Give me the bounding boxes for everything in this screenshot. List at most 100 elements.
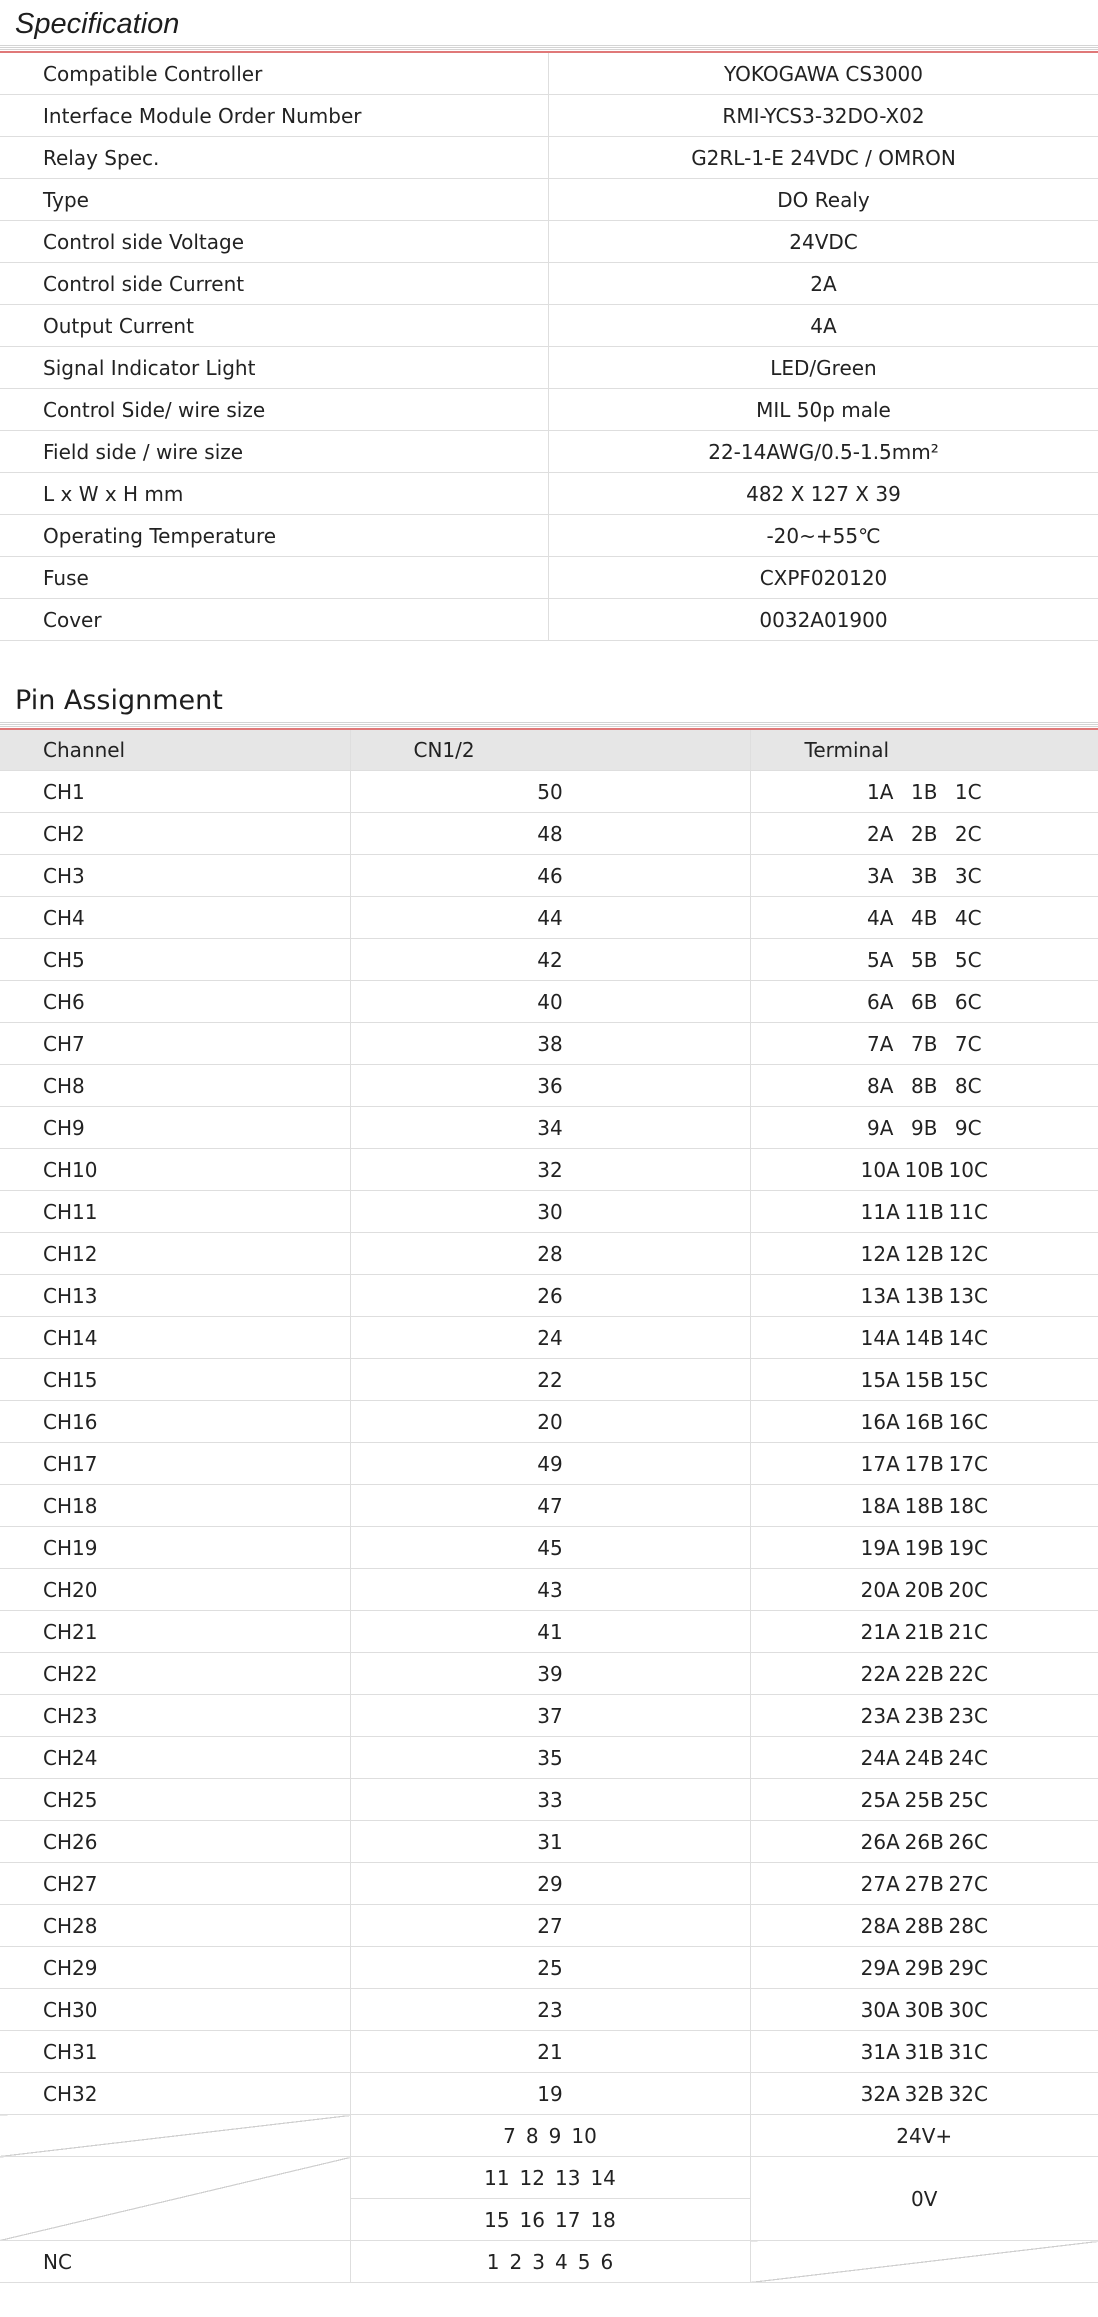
spec-label: Interface Module Order Number [0, 94, 549, 137]
terminal-id: 11A [860, 1199, 900, 1224]
cn-pin: 20 [349, 1400, 750, 1443]
pin-row: CH31 21 31A 31B 31C [0, 2030, 1098, 2073]
terminal-group: 21A 21B 21C [749, 1610, 1098, 1653]
v0-pins-b: 15 16 17 18 [349, 2198, 750, 2241]
cn-pin: 29 [349, 1862, 750, 1905]
terminal-group: 16A 16B 16C [749, 1400, 1098, 1443]
terminal-group: 20A 20B 20C [749, 1568, 1098, 1611]
terminal-id: 27C [948, 1871, 988, 1896]
channel-name: CH9 [0, 1106, 350, 1149]
pin-row: CH26 31 26A 26B 26C [0, 1820, 1098, 1863]
pin-header-row: Channel CN1/2 Terminal [0, 729, 1098, 771]
channel-name: CH24 [0, 1736, 350, 1779]
spec-label: L x W x H mm [0, 472, 549, 515]
spec-label: Control side Voltage [0, 220, 549, 263]
terminal-group: 7A 7B 7C [749, 1022, 1098, 1065]
terminal-group: 22A 22B 22C [749, 1652, 1098, 1695]
channel-name: CH20 [0, 1568, 350, 1611]
terminal-id: 30B [904, 1997, 944, 2022]
pin-row: CH17 49 17A 17B 17C [0, 1442, 1098, 1485]
pin-row: CH6 40 6A 6B 6C [0, 980, 1098, 1023]
spec-value: RMI-YCS3-32DO-X02 [548, 94, 1098, 137]
pin-row: CH19 45 19A 19B 19C [0, 1526, 1098, 1569]
pin-number: 2 [509, 2249, 523, 2274]
pin-row: CH15 22 15A 15B 15C [0, 1358, 1098, 1401]
terminal-id: 18B [904, 1493, 944, 1518]
cn-pin: 45 [349, 1526, 750, 1569]
title-rule [0, 722, 1098, 728]
terminal-group: 15A 15B 15C [749, 1358, 1098, 1401]
terminal-id: 13A [860, 1283, 900, 1308]
spec-value: CXPF020120 [548, 556, 1098, 599]
cn-pin: 50 [349, 770, 750, 813]
terminal-id: 21C [948, 1619, 988, 1644]
terminal-group: 8A 8B 8C [749, 1064, 1098, 1107]
spec-row: Fuse CXPF020120 [0, 556, 1098, 599]
terminal-id: 20A [860, 1577, 900, 1602]
terminal-group: 30A 30B 30C [749, 1988, 1098, 2031]
pin-row: CH16 20 16A 16B 16C [0, 1400, 1098, 1443]
terminal-id: 8B [911, 1073, 938, 1098]
terminal-group: 18A 18B 18C [749, 1484, 1098, 1527]
cn-pin: 22 [349, 1358, 750, 1401]
terminal-group: 9A 9B 9C [749, 1106, 1098, 1149]
spec-row: Control Side/ wire size MIL 50p male [0, 388, 1098, 431]
terminal-id: 22B [904, 1661, 944, 1686]
v0-pins-a: 11 12 13 14 [349, 2156, 750, 2199]
spec-label: Compatible Controller [0, 52, 549, 95]
terminal-id: 5A [867, 947, 894, 972]
terminal-id: 7C [954, 1031, 982, 1056]
spec-label: Relay Spec. [0, 136, 549, 179]
pin-number: 15 [484, 2207, 510, 2232]
cn-pin: 46 [349, 854, 750, 897]
spec-row: Output Current 4A [0, 304, 1098, 347]
pin-row: CH14 24 14A 14B 14C [0, 1316, 1098, 1359]
pin-assignment-header: Pin Assignment [0, 677, 1098, 728]
terminal-group: 2A 2B 2C [749, 812, 1098, 855]
terminal-id: 27A [860, 1871, 900, 1896]
cn-pin: 39 [349, 1652, 750, 1695]
terminal-id: 32B [904, 2081, 944, 2106]
terminal-id: 15C [948, 1367, 988, 1392]
header-cn: CN1/2 [349, 729, 750, 771]
pin-row: CH27 29 27A 27B 27C [0, 1862, 1098, 1905]
terminal-group: 4A 4B 4C [749, 896, 1098, 939]
terminal-group: 5A 5B 5C [749, 938, 1098, 981]
terminal-id: 8A [867, 1073, 894, 1098]
pin-row: CH13 26 13A 13B 13C [0, 1274, 1098, 1317]
pin-number: 16 [519, 2207, 545, 2232]
cn-pin: 40 [349, 980, 750, 1023]
terminal-group: 6A 6B 6C [749, 980, 1098, 1023]
spec-row: Interface Module Order Number RMI-YCS3-32… [0, 94, 1098, 137]
channel-name: CH1 [0, 770, 350, 813]
terminal-id: 5B [911, 947, 938, 972]
pin-row: CH29 25 29A 29B 29C [0, 1946, 1098, 1989]
spec-label: Fuse [0, 556, 549, 599]
pin-number: 10 [571, 2123, 597, 2148]
pin-assignment-table: Channel CN1/2 Terminal CH1 50 1A 1B 1C CH2 48 2… [0, 728, 1098, 2283]
terminal-id: 3B [911, 863, 938, 888]
terminal-group: 14A 14B 14C [749, 1316, 1098, 1359]
terminal-id: 10B [904, 1157, 944, 1182]
channel-name: CH12 [0, 1232, 350, 1275]
pin-number: 7 [503, 2123, 516, 2148]
spec-value: 4A [548, 304, 1098, 347]
terminal-id: 24B [904, 1745, 944, 1770]
cn-pin: 31 [349, 1820, 750, 1863]
terminal-id: 16C [948, 1409, 988, 1434]
terminal-id: 19C [948, 1535, 988, 1560]
terminal-id: 25B [904, 1787, 944, 1812]
header-terminal: Terminal [749, 729, 1098, 771]
terminal-group: 10A 10B 10C [749, 1148, 1098, 1191]
terminal-group: 32A 32B 32C [749, 2072, 1098, 2115]
cn-pin: 30 [349, 1190, 750, 1233]
terminal-id: 14B [904, 1325, 944, 1350]
cn-pin: 32 [349, 1148, 750, 1191]
terminal-id: 32A [860, 2081, 900, 2106]
spec-value: 0032A01900 [548, 598, 1098, 641]
specification-header: Specification [0, 0, 1098, 51]
spec-label: Signal Indicator Light [0, 346, 549, 389]
terminal-id: 20B [904, 1577, 944, 1602]
pin-assignment-title: Pin Assignment [15, 685, 223, 716]
channel-name: CH4 [0, 896, 350, 939]
